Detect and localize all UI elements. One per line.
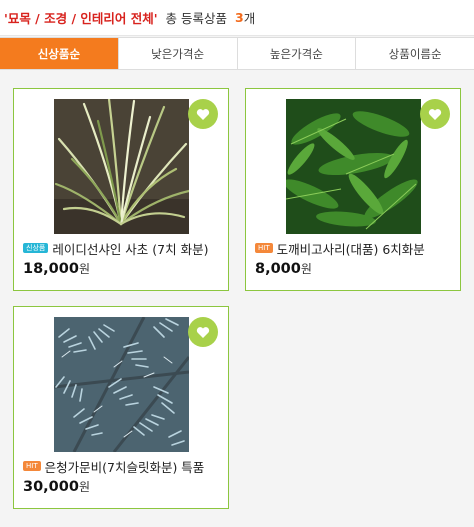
heart-icon: [196, 108, 210, 121]
product-price-row: 8,000원: [255, 260, 312, 277]
tab-high-price[interactable]: 높은가격순: [238, 38, 357, 69]
tab-low-price[interactable]: 낮은가격순: [119, 38, 238, 69]
product-card[interactable]: 신상품 레이디선샤인 사초 (7치 화분) 18,000원: [13, 88, 229, 291]
product-image[interactable]: [286, 99, 421, 234]
count-unit: 개: [243, 11, 256, 26]
currency-unit: 원: [78, 262, 91, 276]
tab-name[interactable]: 상품이름순: [356, 38, 474, 69]
product-name[interactable]: 도깨비고사리(대품) 6치화분: [277, 240, 425, 257]
list-header: '묘목 / 조경 / 인테리어 전체' 총 등록상품 3 개: [0, 0, 474, 36]
tab-newest[interactable]: 신상품순: [0, 38, 119, 69]
product-price: 18,000: [23, 261, 79, 277]
category-title: '묘목 / 조경 / 인테리어 전체': [4, 11, 158, 26]
product-price-row: 18,000원: [23, 260, 90, 277]
currency-unit: 원: [300, 262, 312, 276]
product-card[interactable]: HIT 도깨비고사리(대품) 6치화분 8,000원: [245, 88, 461, 291]
product-price: 30,000: [23, 479, 79, 495]
total-label: 총 등록상품: [165, 11, 228, 26]
product-name[interactable]: 레이디선샤인 사초 (7치 화분): [52, 240, 208, 257]
wishlist-button[interactable]: [188, 99, 218, 129]
heart-icon: [196, 326, 210, 339]
status-badge: 신상품: [23, 243, 49, 253]
product-image[interactable]: [54, 317, 189, 452]
status-badge: HIT: [255, 243, 273, 253]
product-name-row: HIT 은청가문비(7치슬릿화분) 특품: [23, 458, 223, 474]
product-count: 3: [235, 10, 244, 25]
product-card[interactable]: HIT 은청가문비(7치슬릿화분) 특품 30,000원: [13, 306, 229, 509]
wishlist-button[interactable]: [420, 99, 450, 129]
product-name-row: HIT 도깨비고사리(대품) 6치화분: [255, 240, 455, 256]
product-image[interactable]: [54, 99, 189, 234]
product-price: 8,000: [255, 261, 301, 277]
status-badge: HIT: [23, 461, 41, 471]
product-price-row: 30,000원: [23, 478, 90, 495]
product-name[interactable]: 은청가문비(7치슬릿화분) 특품: [45, 458, 205, 475]
sort-tabs: 신상품순 낮은가격순 높은가격순 상품이름순: [0, 37, 474, 70]
heart-icon: [428, 108, 442, 121]
currency-unit: 원: [78, 480, 91, 494]
wishlist-button[interactable]: [188, 317, 218, 347]
product-name-row: 신상품 레이디선샤인 사초 (7치 화분): [23, 240, 223, 256]
